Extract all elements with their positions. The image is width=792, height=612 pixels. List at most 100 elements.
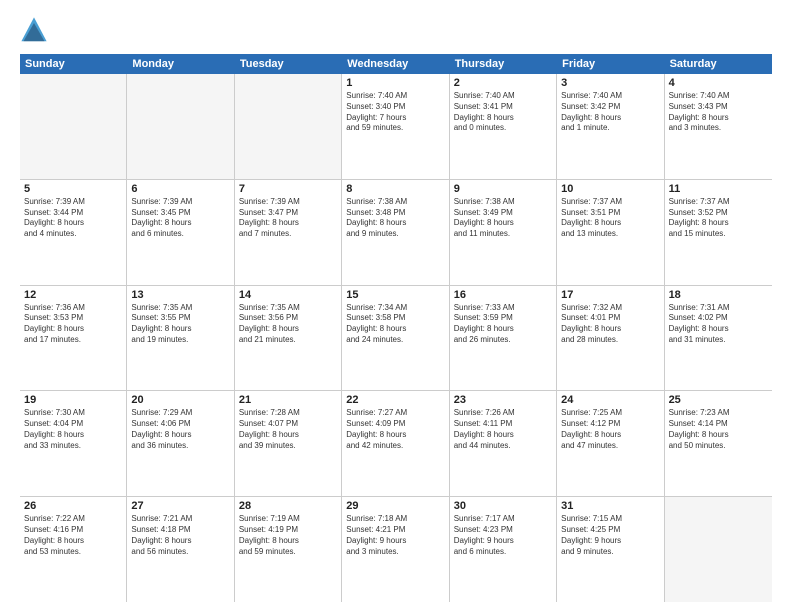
calendar-cell: 27 Sunrise: 7:21 AM Sunset: 4:18 PM Dayli… <box>127 497 234 602</box>
cell-info: Sunrise: 7:38 AM Sunset: 3:49 PM Dayligh… <box>454 197 552 240</box>
cell-info: Sunrise: 7:40 AM Sunset: 3:41 PM Dayligh… <box>454 91 552 134</box>
calendar-cell: 29 Sunrise: 7:18 AM Sunset: 4:21 PM Dayli… <box>342 497 449 602</box>
cell-info: Sunrise: 7:27 AM Sunset: 4:09 PM Dayligh… <box>346 408 444 451</box>
day-number: 28 <box>239 500 337 512</box>
header-day-saturday: Saturday <box>665 54 772 74</box>
cell-info: Sunrise: 7:32 AM Sunset: 4:01 PM Dayligh… <box>561 303 659 346</box>
calendar-cell: 7Sunrise: 7:39 AM Sunset: 3:47 PM Daylig… <box>235 180 342 285</box>
day-number: 24 <box>561 394 659 406</box>
day-number: 9 <box>454 183 552 195</box>
day-number: 17 <box>561 289 659 301</box>
day-number: 15 <box>346 289 444 301</box>
cell-info: Sunrise: 7:39 AM Sunset: 3:44 PM Dayligh… <box>24 197 122 240</box>
calendar-week-5: 26Sunrise: 7:22 AM Sunset: 4:16 PM Dayli… <box>20 497 772 602</box>
calendar-body: 1 Sunrise: 7:40 AM Sunset: 3:40 PM Daylig… <box>20 74 772 602</box>
calendar-cell: 24 Sunrise: 7:25 AM Sunset: 4:12 PM Dayli… <box>557 391 664 496</box>
day-number: 1 <box>346 77 444 89</box>
calendar-cell: 8 Sunrise: 7:38 AM Sunset: 3:48 PM Daylig… <box>342 180 449 285</box>
calendar-cell: 26Sunrise: 7:22 AM Sunset: 4:16 PM Dayli… <box>20 497 127 602</box>
calendar-cell: 11 Sunrise: 7:37 AM Sunset: 3:52 PM Dayli… <box>665 180 772 285</box>
cell-info: Sunrise: 7:40 AM Sunset: 3:40 PM Dayligh… <box>346 91 444 134</box>
cell-info: Sunrise: 7:30 AM Sunset: 4:04 PM Dayligh… <box>24 408 122 451</box>
cell-info: Sunrise: 7:38 AM Sunset: 3:48 PM Dayligh… <box>346 197 444 240</box>
day-number: 29 <box>346 500 444 512</box>
header-day-wednesday: Wednesday <box>342 54 449 74</box>
header-day-sunday: Sunday <box>20 54 127 74</box>
calendar-cell: 23 Sunrise: 7:26 AM Sunset: 4:11 PM Dayli… <box>450 391 557 496</box>
day-number: 23 <box>454 394 552 406</box>
calendar-cell: 17 Sunrise: 7:32 AM Sunset: 4:01 PM Dayli… <box>557 286 664 391</box>
day-number: 3 <box>561 77 659 89</box>
day-number: 30 <box>454 500 552 512</box>
calendar-cell: 3 Sunrise: 7:40 AM Sunset: 3:42 PM Daylig… <box>557 74 664 179</box>
calendar: SundayMondayTuesdayWednesdayThursdayFrid… <box>20 54 772 602</box>
calendar-cell: 12Sunrise: 7:36 AM Sunset: 3:53 PM Dayli… <box>20 286 127 391</box>
cell-info: Sunrise: 7:17 AM Sunset: 4:23 PM Dayligh… <box>454 514 552 557</box>
cell-info: Sunrise: 7:37 AM Sunset: 3:51 PM Dayligh… <box>561 197 659 240</box>
cell-info: Sunrise: 7:31 AM Sunset: 4:02 PM Dayligh… <box>669 303 768 346</box>
day-number: 27 <box>131 500 229 512</box>
day-number: 16 <box>454 289 552 301</box>
calendar-cell: 10 Sunrise: 7:37 AM Sunset: 3:51 PM Dayli… <box>557 180 664 285</box>
logo <box>20 16 52 44</box>
calendar-cell: 16Sunrise: 7:33 AM Sunset: 3:59 PM Dayli… <box>450 286 557 391</box>
cell-info: Sunrise: 7:39 AM Sunset: 3:47 PM Dayligh… <box>239 197 337 240</box>
day-number: 19 <box>24 394 122 406</box>
day-number: 8 <box>346 183 444 195</box>
day-number: 25 <box>669 394 768 406</box>
cell-info: Sunrise: 7:34 AM Sunset: 3:58 PM Dayligh… <box>346 303 444 346</box>
header-day-thursday: Thursday <box>450 54 557 74</box>
calendar-cell: 20Sunrise: 7:29 AM Sunset: 4:06 PM Dayli… <box>127 391 234 496</box>
day-number: 13 <box>131 289 229 301</box>
cell-info: Sunrise: 7:28 AM Sunset: 4:07 PM Dayligh… <box>239 408 337 451</box>
cell-info: Sunrise: 7:21 AM Sunset: 4:18 PM Dayligh… <box>131 514 229 557</box>
calendar-cell: 21 Sunrise: 7:28 AM Sunset: 4:07 PM Dayli… <box>235 391 342 496</box>
calendar-cell: 18 Sunrise: 7:31 AM Sunset: 4:02 PM Dayli… <box>665 286 772 391</box>
cell-info: Sunrise: 7:40 AM Sunset: 3:42 PM Dayligh… <box>561 91 659 134</box>
calendar-cell: 30 Sunrise: 7:17 AM Sunset: 4:23 PM Dayli… <box>450 497 557 602</box>
calendar-cell: 9 Sunrise: 7:38 AM Sunset: 3:49 PM Daylig… <box>450 180 557 285</box>
calendar-week-4: 19 Sunrise: 7:30 AM Sunset: 4:04 PM Dayli… <box>20 391 772 497</box>
cell-info: Sunrise: 7:25 AM Sunset: 4:12 PM Dayligh… <box>561 408 659 451</box>
cell-info: Sunrise: 7:37 AM Sunset: 3:52 PM Dayligh… <box>669 197 768 240</box>
cell-info: Sunrise: 7:22 AM Sunset: 4:16 PM Dayligh… <box>24 514 122 557</box>
calendar-cell: 2 Sunrise: 7:40 AM Sunset: 3:41 PM Daylig… <box>450 74 557 179</box>
calendar-cell <box>20 74 127 179</box>
header-day-friday: Friday <box>557 54 664 74</box>
day-number: 21 <box>239 394 337 406</box>
header-day-tuesday: Tuesday <box>235 54 342 74</box>
day-number: 22 <box>346 394 444 406</box>
calendar-cell <box>235 74 342 179</box>
cell-info: Sunrise: 7:18 AM Sunset: 4:21 PM Dayligh… <box>346 514 444 557</box>
calendar-cell: 22 Sunrise: 7:27 AM Sunset: 4:09 PM Dayli… <box>342 391 449 496</box>
calendar-cell: 4Sunrise: 7:40 AM Sunset: 3:43 PM Daylig… <box>665 74 772 179</box>
cell-info: Sunrise: 7:39 AM Sunset: 3:45 PM Dayligh… <box>131 197 229 240</box>
day-number: 5 <box>24 183 122 195</box>
calendar-header: SundayMondayTuesdayWednesdayThursdayFrid… <box>20 54 772 74</box>
page: SundayMondayTuesdayWednesdayThursdayFrid… <box>0 0 792 612</box>
header-day-monday: Monday <box>127 54 234 74</box>
day-number: 18 <box>669 289 768 301</box>
cell-info: Sunrise: 7:23 AM Sunset: 4:14 PM Dayligh… <box>669 408 768 451</box>
day-number: 10 <box>561 183 659 195</box>
calendar-cell: 1 Sunrise: 7:40 AM Sunset: 3:40 PM Daylig… <box>342 74 449 179</box>
calendar-cell: 5 Sunrise: 7:39 AM Sunset: 3:44 PM Daylig… <box>20 180 127 285</box>
calendar-cell: 13Sunrise: 7:35 AM Sunset: 3:55 PM Dayli… <box>127 286 234 391</box>
calendar-cell: 14 Sunrise: 7:35 AM Sunset: 3:56 PM Dayli… <box>235 286 342 391</box>
calendar-week-2: 5 Sunrise: 7:39 AM Sunset: 3:44 PM Daylig… <box>20 180 772 286</box>
cell-info: Sunrise: 7:26 AM Sunset: 4:11 PM Dayligh… <box>454 408 552 451</box>
calendar-cell: 31Sunrise: 7:15 AM Sunset: 4:25 PM Dayli… <box>557 497 664 602</box>
day-number: 14 <box>239 289 337 301</box>
cell-info: Sunrise: 7:35 AM Sunset: 3:56 PM Dayligh… <box>239 303 337 346</box>
header <box>20 16 772 44</box>
calendar-week-3: 12Sunrise: 7:36 AM Sunset: 3:53 PM Dayli… <box>20 286 772 392</box>
day-number: 2 <box>454 77 552 89</box>
day-number: 31 <box>561 500 659 512</box>
calendar-cell: 28Sunrise: 7:19 AM Sunset: 4:19 PM Dayli… <box>235 497 342 602</box>
day-number: 12 <box>24 289 122 301</box>
calendar-cell: 19 Sunrise: 7:30 AM Sunset: 4:04 PM Dayli… <box>20 391 127 496</box>
calendar-cell <box>127 74 234 179</box>
calendar-cell <box>665 497 772 602</box>
day-number: 11 <box>669 183 768 195</box>
calendar-cell: 15 Sunrise: 7:34 AM Sunset: 3:58 PM Dayli… <box>342 286 449 391</box>
